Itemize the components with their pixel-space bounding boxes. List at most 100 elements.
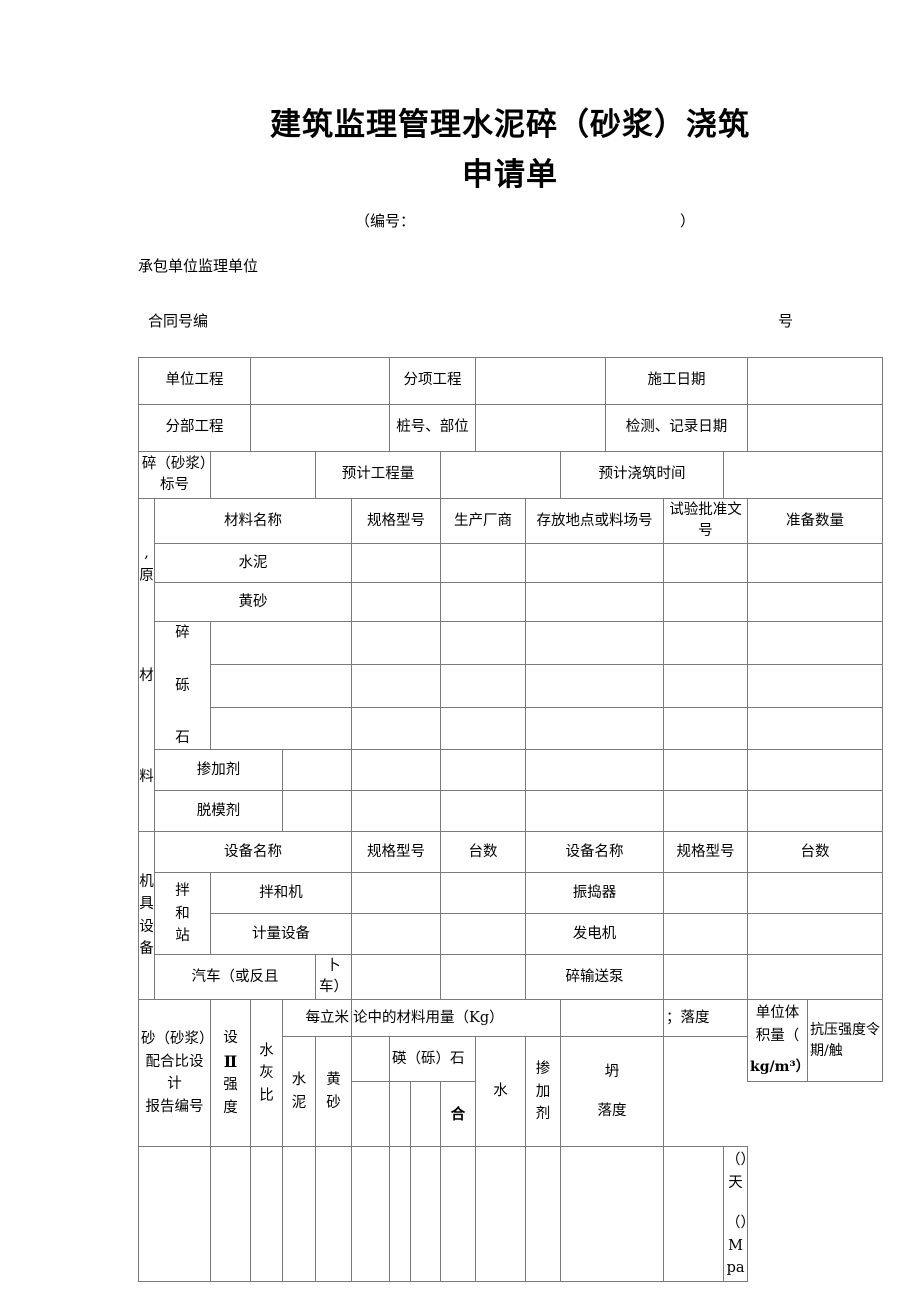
materials-header-test-approval: 试验批准文号 xyxy=(663,497,749,545)
equipment-count-truck[interactable] xyxy=(440,954,526,1001)
material-blank-release-agent[interactable] xyxy=(282,790,352,833)
mix-value-gravel-2[interactable] xyxy=(389,1146,411,1283)
material-spec-gravel-1[interactable] xyxy=(351,621,441,665)
material-manufacturer-release-agent[interactable] xyxy=(440,790,526,833)
label-construction-date: 施工日期 xyxy=(605,357,749,405)
material-manufacturer-cement[interactable] xyxy=(440,543,526,584)
label-inspection-record-date: 检测、记录日期 xyxy=(605,404,749,452)
equipment-count-mixer[interactable] xyxy=(440,872,526,915)
materials-header-manufacturer: 生产厂商 xyxy=(440,497,526,545)
material-quantity-gravel-2[interactable] xyxy=(747,663,884,708)
mix-unit-volume-line-2: kg/m³） xyxy=(750,1059,810,1076)
value-inspection-record-date[interactable] xyxy=(747,404,884,452)
material-storage-gravel-1[interactable] xyxy=(524,621,665,665)
mix-value-water-cement-ratio[interactable] xyxy=(250,1146,283,1283)
value-subitem-project[interactable] xyxy=(474,357,607,405)
equipment-name-pump: 碎输送泵 xyxy=(524,954,665,1001)
contract-number-row: 合同号编 号 xyxy=(148,310,793,331)
material-quantity-gravel-3[interactable] xyxy=(747,706,884,751)
material-spec-release-agent[interactable] xyxy=(351,790,441,833)
serial-number-row: （编号： ） xyxy=(355,210,695,231)
equipment-count-vibrator[interactable] xyxy=(747,872,884,915)
value-unit-project[interactable] xyxy=(250,357,390,405)
material-spec-cement[interactable] xyxy=(351,543,441,584)
material-name-gravel-1[interactable] xyxy=(210,621,352,665)
material-test-gravel-1[interactable] xyxy=(663,621,749,665)
material-test-release-agent[interactable] xyxy=(663,790,749,833)
gravel-group-label-line-2: 石 xyxy=(175,729,190,746)
mix-result-days: （）天 xyxy=(726,1152,756,1191)
mix-gravel-sub-1 xyxy=(351,1081,390,1148)
material-manufacturer-gravel-1[interactable] xyxy=(440,621,526,665)
material-quantity-gravel-1[interactable] xyxy=(747,621,884,665)
table-row-part-project: 分部工程 桩号、部位 检测、记录日期 xyxy=(138,404,884,452)
equipment-spec-truck[interactable] xyxy=(351,954,441,1001)
mix-value-admixture[interactable] xyxy=(525,1146,561,1283)
material-manufacturer-gravel-3[interactable] xyxy=(440,706,526,751)
value-part-project[interactable] xyxy=(250,404,390,452)
material-blank-admixture[interactable] xyxy=(282,749,352,792)
mix-value-gravel-total[interactable] xyxy=(440,1146,476,1283)
material-test-gravel-3[interactable] xyxy=(663,706,749,751)
mix-value-compressive-strength[interactable]: （）天 （）Mpa xyxy=(723,1146,756,1283)
equipment-spec-generator[interactable] xyxy=(663,913,749,956)
material-quantity-sand[interactable] xyxy=(747,582,884,623)
material-name-gravel-2[interactable] xyxy=(210,663,352,708)
material-quantity-admixture[interactable] xyxy=(747,749,884,792)
material-test-sand[interactable] xyxy=(663,582,749,623)
material-spec-admixture[interactable] xyxy=(351,749,441,792)
mixing-station-label-line-0: 拌 xyxy=(175,883,190,900)
value-concrete-grade[interactable] xyxy=(210,451,316,499)
mix-value-cement[interactable] xyxy=(282,1146,316,1283)
mix-water-cement-line-1: 灰 xyxy=(259,1065,274,1082)
mix-material-amount-label: 论中的材料用量（Kg） xyxy=(351,999,561,1038)
mix-value-gravel-3[interactable] xyxy=(410,1146,441,1283)
materials-row-release-agent: 脱模剂 xyxy=(139,790,884,833)
material-spec-gravel-3[interactable] xyxy=(351,706,441,751)
material-manufacturer-sand[interactable] xyxy=(440,582,526,623)
material-name-gravel-3[interactable] xyxy=(210,706,352,751)
material-test-gravel-2[interactable] xyxy=(663,663,749,708)
equipment-spec-vibrator[interactable] xyxy=(663,872,749,915)
material-storage-sand[interactable] xyxy=(524,582,665,623)
value-construction-date[interactable] xyxy=(747,357,884,405)
equipment-spec-pump[interactable] xyxy=(663,954,749,1001)
equipment-spec-mixer[interactable] xyxy=(351,872,441,915)
mix-section-label-line-2: 报告编号 xyxy=(145,1098,204,1115)
material-name-release-agent: 脱模剂 xyxy=(154,790,283,833)
material-storage-admixture[interactable] xyxy=(524,749,665,792)
mix-value-slump[interactable] xyxy=(559,1146,665,1283)
material-manufacturer-gravel-2[interactable] xyxy=(440,663,526,708)
material-spec-gravel-2[interactable] xyxy=(351,663,441,708)
mix-value-water[interactable] xyxy=(475,1146,526,1283)
materials-section-label: ,原 材 料 xyxy=(138,497,155,833)
table-row-concrete-grade: 碎（砂浆）标号 预计工程量 预计浇筑时间 xyxy=(138,451,884,499)
value-pile-position[interactable] xyxy=(474,404,607,452)
equipment-count-pump[interactable] xyxy=(747,954,884,1001)
mix-per-cubic-meter-label: 每立米 xyxy=(282,999,352,1038)
material-test-admixture[interactable] xyxy=(663,749,749,792)
mix-value-report-number[interactable] xyxy=(138,1146,211,1283)
value-estimated-quantity[interactable] xyxy=(440,451,561,499)
material-storage-release-agent[interactable] xyxy=(524,790,665,833)
table-row-unit-project: 单位工程 分项工程 施工日期 xyxy=(138,357,884,405)
equipment-count-generator[interactable] xyxy=(747,913,884,956)
equipment-count-metering[interactable] xyxy=(440,913,526,956)
material-quantity-cement[interactable] xyxy=(747,543,884,584)
form-grid: 单位工程 分项工程 施工日期 分部工程 桩号、部位 检测、记录日期 碎（砂浆）标… xyxy=(138,357,884,1283)
mix-value-gravel-1[interactable] xyxy=(351,1146,390,1283)
material-storage-gravel-3[interactable] xyxy=(524,706,665,751)
material-storage-gravel-2[interactable] xyxy=(524,663,665,708)
mix-value-sand[interactable] xyxy=(315,1146,352,1283)
materials-row-gravel-3 xyxy=(139,706,884,751)
material-manufacturer-admixture[interactable] xyxy=(440,749,526,792)
material-quantity-release-agent[interactable] xyxy=(747,790,884,833)
mix-value-unit-volume[interactable] xyxy=(663,1146,725,1283)
mix-value-design-strength[interactable] xyxy=(210,1146,251,1283)
equipment-spec-metering[interactable] xyxy=(351,913,441,956)
value-estimated-pour-time[interactable] xyxy=(723,451,884,499)
material-storage-cement[interactable] xyxy=(524,543,665,584)
material-test-cement[interactable] xyxy=(663,543,749,584)
gravel-group-label-line-0: 碎 xyxy=(175,625,190,642)
material-spec-sand[interactable] xyxy=(351,582,441,623)
